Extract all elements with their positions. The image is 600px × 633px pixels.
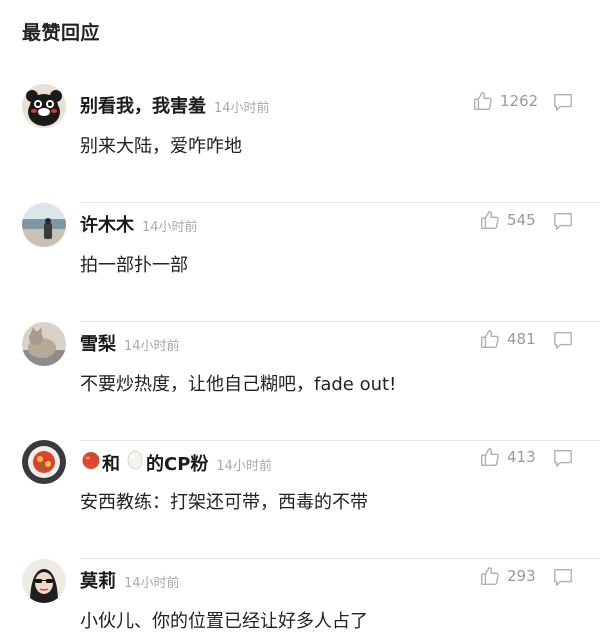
- section-title: 最赞回应: [22, 22, 101, 44]
- user-avatar[interactable]: [22, 203, 66, 247]
- reply-icon[interactable]: [552, 448, 574, 468]
- username[interactable]: 许木木: [80, 211, 134, 237]
- bear-mascot-avatar-image: [22, 84, 66, 128]
- name-line: 雪梨 14小时前: [80, 330, 180, 356]
- comment-item: 许木木 14小时前 拍一部扑一部 545: [0, 203, 600, 322]
- reply-icon[interactable]: [552, 567, 574, 587]
- like-count: 481: [507, 330, 536, 348]
- username[interactable]: 雪梨: [80, 330, 116, 356]
- name-line: 许木木 14小时前: [80, 211, 198, 237]
- comment-text: 不要炒热度，让他自己糊吧，fade out!: [80, 374, 397, 395]
- name-line: 别看我，我害羞 14小时前: [80, 92, 270, 118]
- thumbs-up-icon: [479, 446, 501, 468]
- thumbs-up-icon: [479, 328, 501, 350]
- reply-icon[interactable]: [552, 92, 574, 112]
- name-line: 和 的CP粉 14小时前: [80, 448, 272, 476]
- reply-icon[interactable]: [552, 211, 574, 231]
- comment-item: 雪梨 14小时前 不要炒热度，让他自己糊吧，fade out! 481: [0, 322, 600, 441]
- reply-icon[interactable]: [552, 330, 574, 350]
- user-avatar[interactable]: [22, 440, 66, 484]
- comment-item: 莫莉 14小时前 小伙儿、你的位置已经让好多人占了 293: [0, 559, 600, 632]
- thumbs-up-icon: [479, 209, 501, 231]
- timestamp: 14小时前: [142, 220, 198, 235]
- thumbs-up-icon: [472, 90, 494, 112]
- username[interactable]: 莫莉: [80, 567, 116, 593]
- like-button[interactable]: 413: [479, 446, 536, 468]
- comment-text: 小伙儿、你的位置已经让好多人占了: [80, 611, 368, 632]
- sunglasses-woman-avatar-image: [22, 559, 66, 603]
- cat-photo-avatar-image: [22, 322, 66, 366]
- user-avatar[interactable]: [22, 559, 66, 603]
- timestamp: 14小时前: [216, 459, 272, 474]
- like-count: 413: [507, 448, 536, 466]
- comment-item: 和 的CP粉 14小时前 安西教练：打架还可带，西毒的不带 413: [0, 440, 600, 559]
- like-count: 293: [507, 567, 536, 585]
- comment-text: 安西教练：打架还可带，西毒的不带: [80, 492, 368, 513]
- food-plate-avatar-image: [22, 440, 66, 484]
- seaside-photo-avatar-image: [22, 203, 66, 247]
- like-button[interactable]: 1262: [472, 90, 538, 112]
- thumbs-up-icon: [479, 565, 501, 587]
- like-button[interactable]: 545: [479, 209, 536, 231]
- like-count: 1262: [500, 92, 539, 110]
- comment-item: 别看我，我害羞 14小时前 别来大陆，爱咋咋地 1262: [0, 84, 600, 203]
- name-line: 莫莉 14小时前: [80, 567, 180, 593]
- username[interactable]: 别看我，我害羞: [80, 92, 206, 118]
- username-part[interactable]: 的CP粉: [146, 450, 208, 476]
- timestamp: 14小时前: [124, 339, 180, 354]
- egg-icon: [124, 448, 146, 470]
- like-button[interactable]: 293: [479, 565, 536, 587]
- timestamp: 14小时前: [124, 576, 180, 591]
- user-avatar[interactable]: [22, 322, 66, 366]
- comment-text: 拍一部扑一部: [80, 255, 188, 276]
- username-part[interactable]: 和: [102, 450, 120, 476]
- tomato-icon: [80, 448, 102, 470]
- user-avatar[interactable]: [22, 84, 66, 128]
- like-count: 545: [507, 211, 536, 229]
- timestamp: 14小时前: [214, 101, 270, 116]
- comment-text: 别来大陆，爱咋咋地: [80, 136, 242, 157]
- like-button[interactable]: 481: [479, 328, 536, 350]
